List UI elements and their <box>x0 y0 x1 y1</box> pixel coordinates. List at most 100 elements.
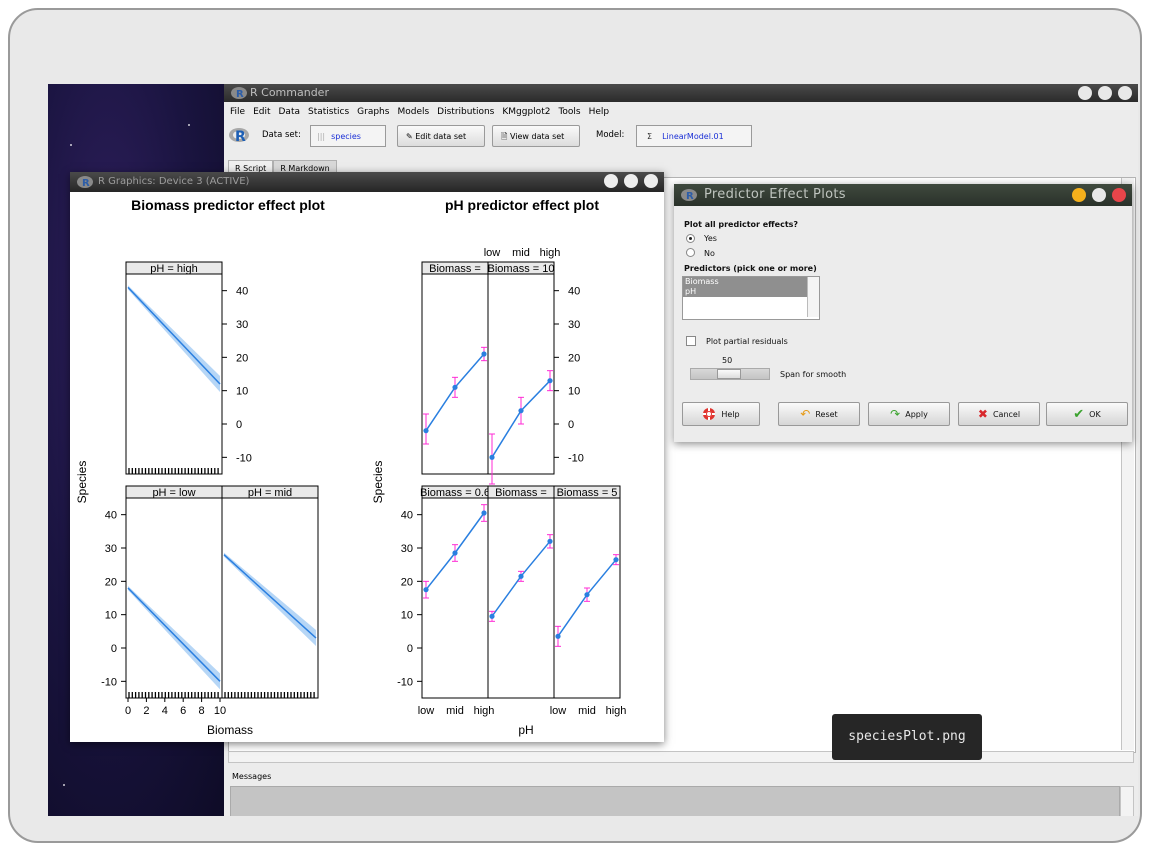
undo-icon: ↶ <box>800 407 811 421</box>
graphics-window-controls <box>604 174 658 188</box>
dataset-field[interactable]: ||| species <box>310 125 386 147</box>
right-panel-strip-label: Biomass = 5 <box>557 487 618 499</box>
menu-tools[interactable]: Tools <box>558 102 580 122</box>
menu-data[interactable]: Data <box>279 102 301 122</box>
redo-icon: ↷ <box>890 407 901 421</box>
minimize-button[interactable] <box>1078 86 1092 100</box>
partial-residuals-checkbox[interactable] <box>686 336 696 346</box>
right-panel-strip-label: Biomass = 0.6 <box>420 487 490 499</box>
y-tick-label: 40 <box>568 286 580 298</box>
script-scrollbar-horizontal[interactable] <box>228 751 1134 763</box>
model-field[interactable]: Σ LinearModel.01 <box>636 125 752 147</box>
right-xlabel: pH <box>518 723 533 737</box>
menu-help[interactable]: Help <box>589 102 610 122</box>
x-tick-label: 10 <box>214 705 226 717</box>
slider-thumb[interactable] <box>717 369 741 379</box>
minimize-button[interactable] <box>604 174 618 188</box>
span-slider[interactable] <box>690 368 770 380</box>
effect-line <box>127 286 221 385</box>
left-plot-title: Biomass predictor effect plot <box>131 197 325 213</box>
radio-no[interactable] <box>686 248 695 257</box>
maximize-button[interactable] <box>1092 188 1106 202</box>
maximize-button[interactable] <box>1098 86 1112 100</box>
right-panel-frame <box>421 261 489 475</box>
y-tick-label: 0 <box>111 643 117 655</box>
filename-caption: speciesPlot.png <box>832 714 982 760</box>
close-button[interactable] <box>644 174 658 188</box>
right-panel-frame <box>421 485 489 699</box>
rcommander-titlebar: R R Commander <box>224 84 1138 102</box>
svg-text:R: R <box>236 89 244 100</box>
x-tick-label: high <box>474 705 495 717</box>
cancel-button[interactable]: ✖ Cancel <box>958 402 1040 426</box>
help-button[interactable]: Help <box>682 402 760 426</box>
listbox-scrollbar[interactable] <box>807 277 819 317</box>
right-panel-frame <box>487 485 555 699</box>
effect-line <box>127 587 221 682</box>
radio-yes[interactable] <box>686 234 695 243</box>
r-logo-icon: R <box>681 189 697 202</box>
list-item[interactable]: Biomass <box>683 277 807 287</box>
menu-models[interactable]: Models <box>397 102 429 122</box>
y-tick-label: 10 <box>105 610 117 622</box>
x-tick-label: high <box>606 705 627 717</box>
menu-file[interactable]: File <box>230 102 245 122</box>
y-tick-label: 40 <box>236 286 248 298</box>
predictors-listbox[interactable]: Biomass pH <box>682 276 820 320</box>
dialog-window-controls <box>1072 188 1126 202</box>
screenshot-frame: R R Commander File Edit Data Statistics … <box>8 8 1142 843</box>
menu-edit[interactable]: Edit <box>253 102 270 122</box>
x-tick-label: low <box>484 247 501 259</box>
ok-button[interactable]: ✔ OK <box>1046 402 1128 426</box>
right-panel-strip-label: Biomass = <box>495 487 547 499</box>
y-tick-label: 20 <box>105 576 117 588</box>
edit-dataset-button[interactable]: ✎ Edit data set <box>397 125 485 147</box>
minimize-button[interactable] <box>1072 188 1086 202</box>
y-tick-label: 40 <box>105 510 117 522</box>
rcommander-title: R Commander <box>250 86 329 99</box>
close-button[interactable] <box>1112 188 1126 202</box>
reset-button[interactable]: ↶ Reset <box>778 402 860 426</box>
x-tick-label: mid <box>512 247 530 259</box>
dialog-titlebar: R Predictor Effect Plots <box>674 184 1132 206</box>
messages-label: Messages <box>232 772 272 781</box>
check-icon: ✔ <box>1073 406 1085 422</box>
right-panel-strip-label: Biomass = <box>429 263 481 275</box>
menu-distributions[interactable]: Distributions <box>437 102 494 122</box>
list-item[interactable]: pH <box>683 287 807 297</box>
data-point <box>452 384 458 390</box>
right-panel-strip-label: Biomass = 10 <box>488 263 555 275</box>
maximize-button[interactable] <box>624 174 638 188</box>
graphics-titlebar: R R Graphics: Device 3 (ACTIVE) <box>70 172 664 192</box>
y-tick-label: -10 <box>568 452 584 464</box>
edit-dataset-label: Edit data set <box>415 132 467 141</box>
y-tick-label: 30 <box>401 543 413 555</box>
x-tick-label: high <box>540 247 561 259</box>
plot-all-label: Plot all predictor effects? <box>684 220 799 229</box>
view-dataset-button[interactable]: 🗎 View data set <box>492 125 580 147</box>
messages-scrollbar[interactable] <box>1120 786 1134 816</box>
effect-line <box>223 554 317 639</box>
apply-button[interactable]: ↷ Apply <box>868 402 950 426</box>
x-tick-label: 6 <box>180 705 186 717</box>
y-tick-label: 30 <box>105 543 117 555</box>
pencil-icon: ✎ <box>406 132 413 141</box>
span-value: 50 <box>722 356 733 365</box>
left-ylabel: Species <box>75 461 89 504</box>
y-tick-label: 20 <box>568 352 580 364</box>
right-ylabel: Species <box>371 461 385 504</box>
menu-graphs[interactable]: Graphs <box>357 102 389 122</box>
y-tick-label: 30 <box>568 319 580 331</box>
menu-statistics[interactable]: Statistics <box>308 102 349 122</box>
y-tick-label: 10 <box>236 386 248 398</box>
window-controls <box>1078 86 1132 100</box>
r-logo-icon: R <box>77 176 93 189</box>
view-dataset-label: View data set <box>509 132 565 141</box>
data-point <box>613 557 619 563</box>
data-point <box>547 538 553 544</box>
data-point <box>489 613 495 619</box>
cancel-x-icon: ✖ <box>977 407 988 421</box>
span-label: Span for smooth <box>780 370 847 379</box>
menu-kmggplot2[interactable]: KMggplot2 <box>502 102 550 122</box>
close-button[interactable] <box>1118 86 1132 100</box>
